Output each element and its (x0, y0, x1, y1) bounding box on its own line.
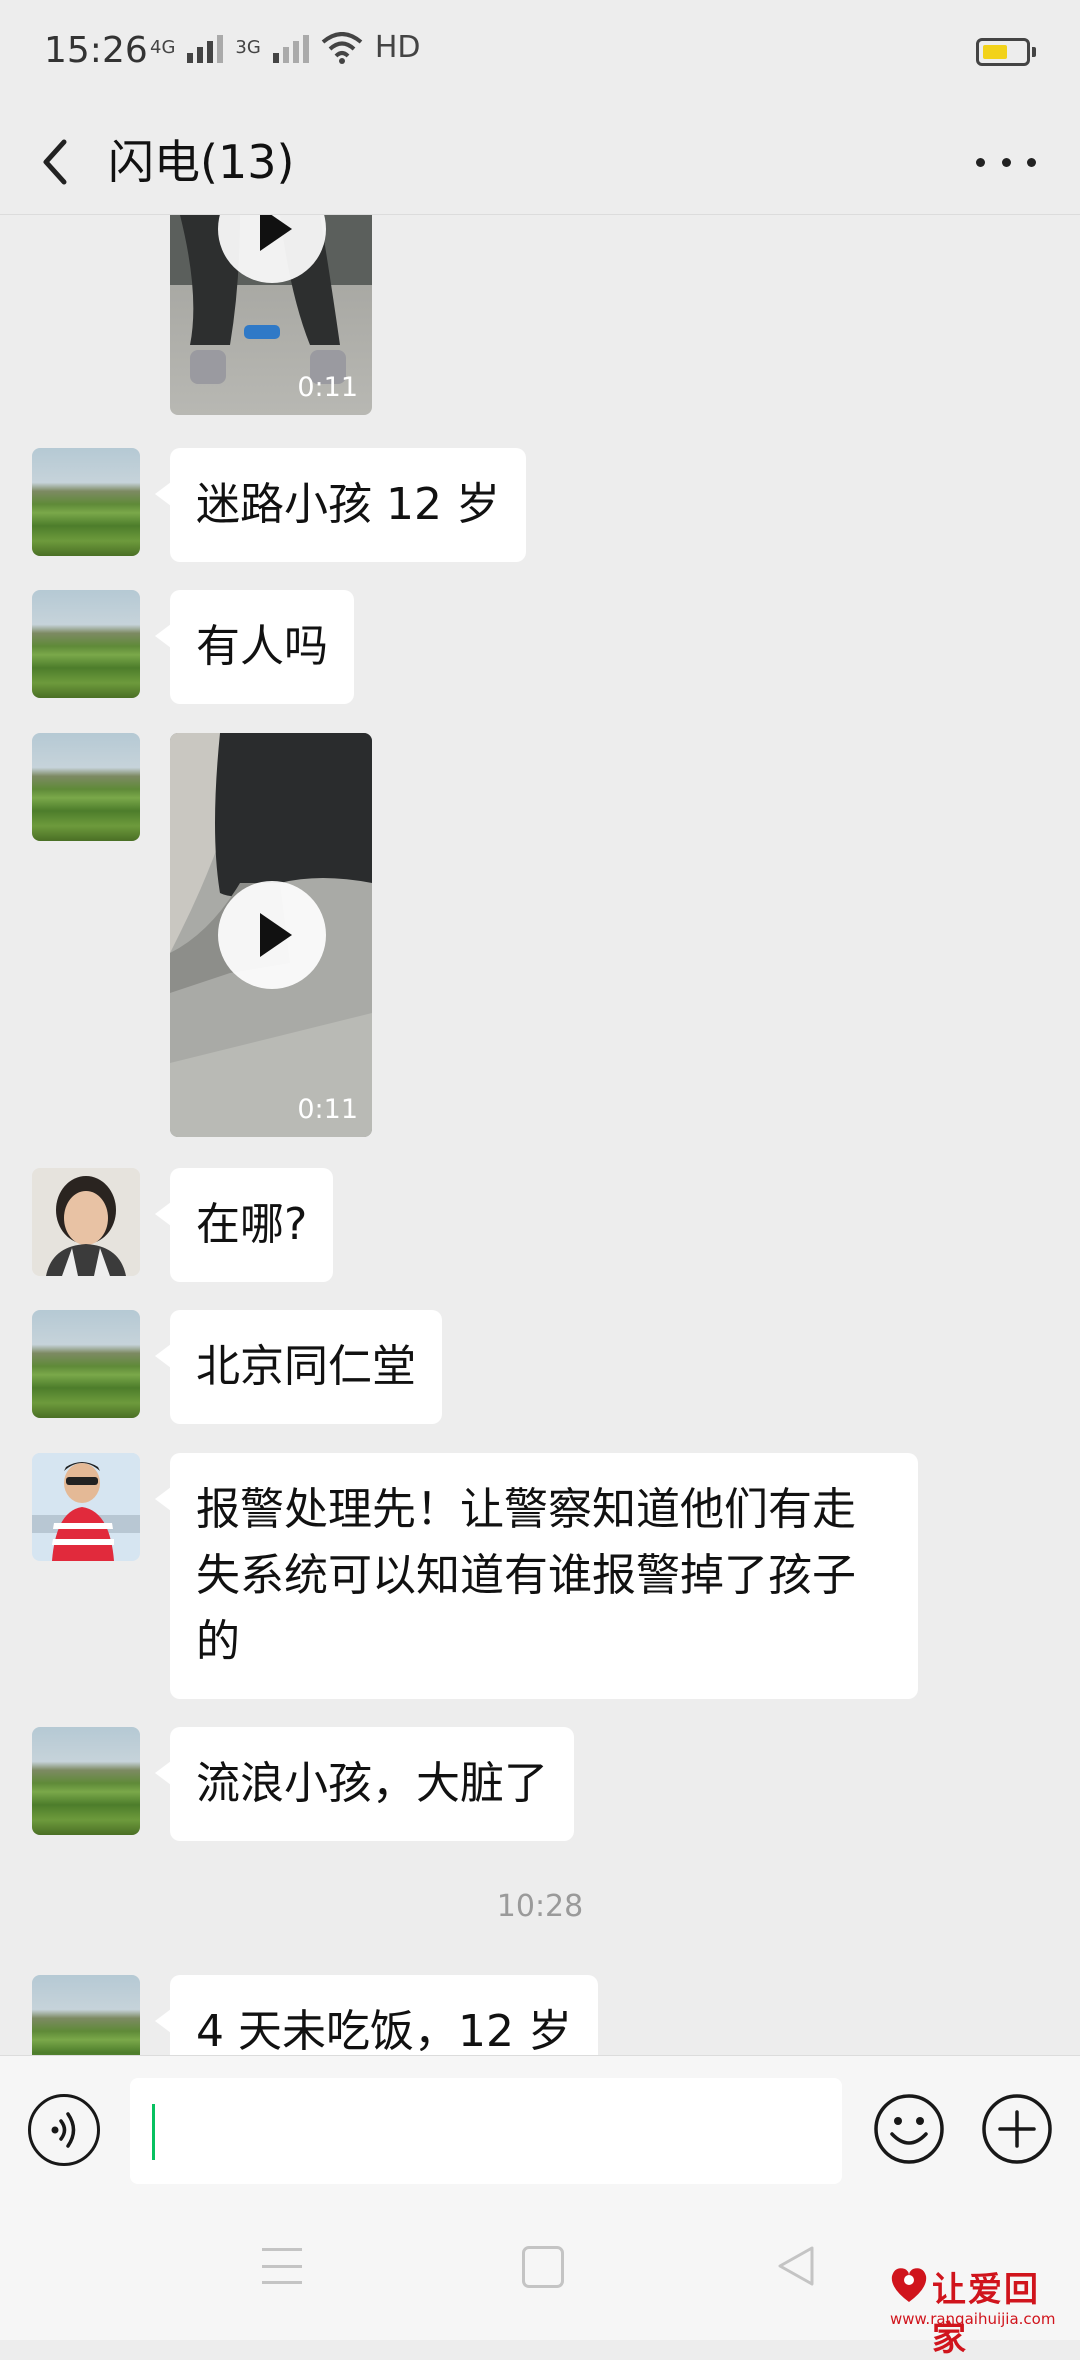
network-3g-label: 3G (235, 37, 261, 58)
menu-icon[interactable] (262, 2248, 302, 2284)
message-bubble[interactable]: 北京同仁堂 (155, 1310, 442, 1424)
wifi-icon (321, 31, 363, 64)
watermark: 让爱回家 www.rangaihuijia.com (884, 2262, 1074, 2359)
video-duration: 0:11 (297, 372, 358, 403)
message-bubble[interactable]: 4 天未吃饭，12 岁 (155, 1975, 598, 2055)
network-4g-label: 4G (150, 37, 176, 58)
message-bubble[interactable]: 迷路小孩 12 岁 (155, 448, 526, 562)
back-triangle-icon[interactable] (774, 2242, 818, 2290)
battery-icon (976, 38, 1036, 66)
emoji-icon[interactable] (872, 2092, 946, 2166)
battery-level (983, 45, 1007, 59)
signal-icon-2 (272, 33, 309, 63)
sender-avatar[interactable] (32, 1727, 140, 1835)
message-list[interactable]: 0:11 迷路小孩 12 岁 有人吗 0:11 在哪? 北京同仁堂 报警处理先！… (0, 215, 1080, 2055)
network-indicators: 4G 3G HD (150, 30, 420, 65)
sender-avatar[interactable] (32, 1453, 140, 1561)
more-options-icon[interactable] (976, 136, 1036, 188)
avatar-photo (32, 1453, 140, 1561)
message-bubble[interactable]: 报警处理先！让警察知道他们有走失系统可以知道有谁报警掉了孩子的 (155, 1453, 918, 1699)
video-duration: 0:11 (297, 1094, 358, 1125)
message-text-input[interactable] (130, 2078, 842, 2184)
sender-avatar[interactable] (32, 1168, 140, 1276)
sender-avatar[interactable] (32, 590, 140, 698)
avatar-photo (32, 1168, 140, 1276)
sender-avatar[interactable] (32, 1975, 140, 2055)
plus-icon[interactable] (980, 2092, 1054, 2166)
home-icon[interactable] (522, 2246, 564, 2288)
sender-avatar[interactable] (32, 733, 140, 841)
hd-label: HD (374, 30, 421, 65)
video-message[interactable]: 0:11 (170, 215, 372, 415)
text-cursor (152, 2104, 155, 2160)
message-bubble[interactable]: 有人吗 (155, 590, 354, 704)
message-bubble[interactable]: 流浪小孩，大脏了 (155, 1727, 574, 1841)
message-timestamp: 10:28 (496, 1889, 584, 1924)
back-chevron-icon[interactable] (30, 130, 86, 194)
sender-avatar[interactable] (32, 1310, 140, 1418)
chat-header: 闪电(13) (0, 110, 1080, 215)
status-time: 15:26 (44, 30, 148, 71)
video-message[interactable]: 0:11 (170, 733, 372, 1137)
watermark-url: www.rangaihuijia.com (890, 2310, 1056, 2328)
status-bar: 15:26 4G 3G HD (0, 0, 1080, 110)
message-input-bar (0, 2055, 1080, 2206)
play-button-icon[interactable] (218, 881, 326, 989)
voice-icon[interactable] (28, 2094, 100, 2166)
chat-title: 闪电(13) (108, 135, 295, 189)
heart-logo-icon (891, 2268, 927, 2302)
message-bubble[interactable]: 在哪? (154, 1168, 334, 1282)
sender-avatar[interactable] (32, 448, 140, 556)
signal-icon (187, 33, 224, 63)
